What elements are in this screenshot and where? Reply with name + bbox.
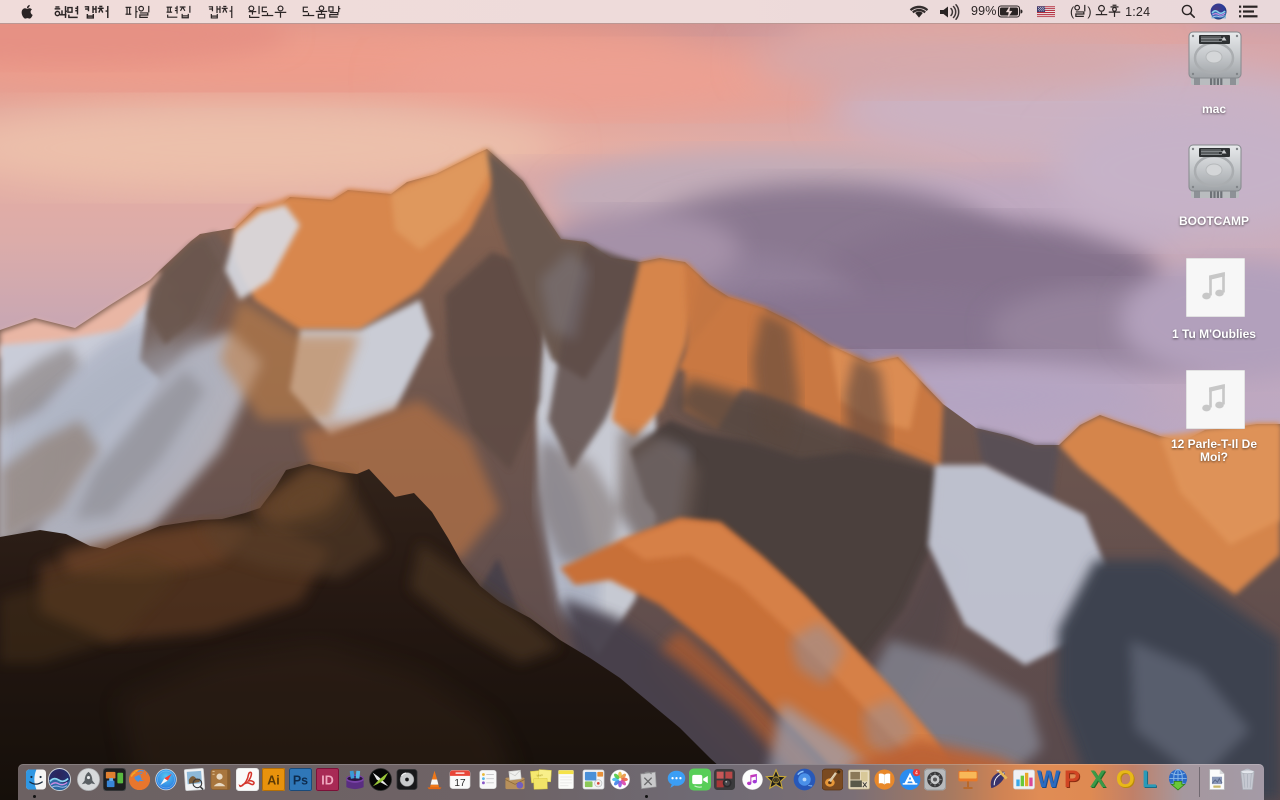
svg-text:ID: ID — [321, 773, 333, 787]
svg-text:Mem: Mem — [536, 773, 543, 778]
svg-text:17: 17 — [454, 778, 466, 789]
svg-text:Ai: Ai — [267, 773, 279, 787]
svg-text:4: 4 — [915, 770, 918, 776]
svg-text:Ps: Ps — [293, 773, 308, 787]
